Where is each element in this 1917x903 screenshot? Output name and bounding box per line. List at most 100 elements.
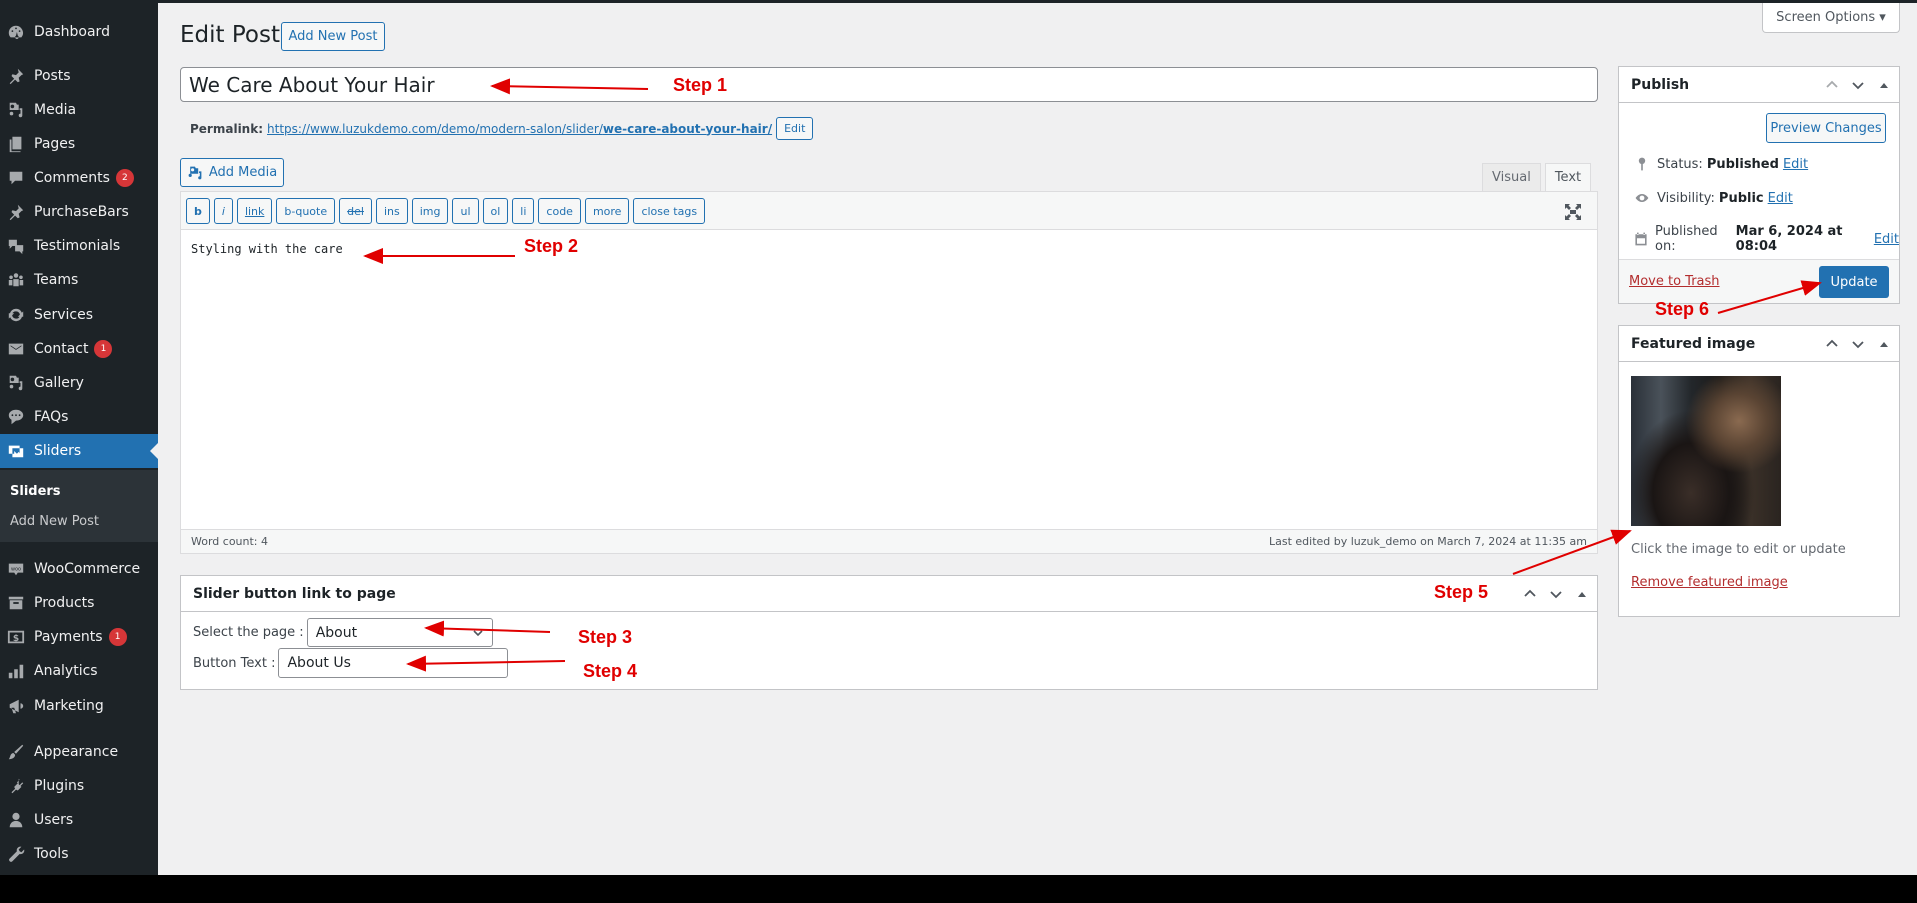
sidebar-item-tools[interactable]: Tools <box>0 837 158 871</box>
add-media-button[interactable]: Add Media <box>180 158 284 187</box>
visibility-value: Public <box>1718 190 1764 206</box>
update-button[interactable]: Update <box>1819 266 1889 298</box>
chart-icon <box>6 661 26 681</box>
move-down-icon[interactable] <box>1547 585 1565 603</box>
toggle-panel-icon[interactable] <box>1875 335 1893 353</box>
sidebar-item-label: Appearance <box>34 744 119 760</box>
sidebar-item-products[interactable]: Products <box>0 586 158 620</box>
sidebar-item-appearance[interactable]: Appearance <box>0 735 158 769</box>
move-to-trash-link[interactable]: Move to Trash <box>1629 274 1720 289</box>
quicktags-toolbar: b i link b-quote del ins img ul ol li code more clos… <box>181 192 1597 230</box>
move-up-icon[interactable] <box>1521 585 1539 603</box>
sidebar-item-posts[interactable]: Posts <box>0 59 158 93</box>
permalink-base: https://www.luzukdemo.com/demo/modern-sa… <box>267 121 603 136</box>
eye-icon <box>1633 190 1651 206</box>
post-title-input[interactable]: We Care About Your Hair <box>180 67 1598 102</box>
permalink-link[interactable]: https://www.luzukdemo.com/demo/modern-sa… <box>267 122 772 136</box>
move-down-icon[interactable] <box>1849 76 1867 94</box>
calendar-icon <box>1633 231 1649 247</box>
preview-changes-button[interactable]: Preview Changes <box>1766 113 1886 143</box>
select-page-dropdown[interactable]: About <box>306 618 493 647</box>
chat-icon <box>6 407 26 427</box>
users-icon <box>6 810 26 830</box>
status-edit-link[interactable]: Edit <box>1783 157 1808 172</box>
sidebar-item-label: WooCommerce <box>34 561 141 577</box>
quicktag-del-button[interactable]: del <box>339 198 372 224</box>
publish-title: Publish <box>1631 76 1690 93</box>
toggle-panel-icon[interactable] <box>1573 585 1591 603</box>
quicktag-ol-button[interactable]: ol <box>482 198 509 224</box>
add-new-post-button[interactable]: Add New Post <box>281 22 385 51</box>
quicktag-link-button[interactable]: link <box>236 198 273 224</box>
tab-text[interactable]: Text <box>1544 163 1592 192</box>
move-up-icon[interactable] <box>1823 335 1841 353</box>
sidebar-item-testimonials[interactable]: Testimonials <box>0 229 158 263</box>
sidebar-item-gallery[interactable]: Gallery <box>0 366 158 400</box>
button-text-input[interactable]: About Us <box>278 648 509 678</box>
quicktag-ins-button[interactable]: ins <box>375 198 408 224</box>
sidebar-item-purchasebars[interactable]: PurchaseBars <box>0 195 158 229</box>
testimonials-icon <box>6 236 26 256</box>
published-on-row: Published on: Mar 6, 2024 at 08:04 Edit <box>1633 224 1899 254</box>
published-edit-link[interactable]: Edit <box>1874 232 1899 247</box>
toggle-panel-icon[interactable] <box>1875 76 1893 94</box>
quicktag-more-button[interactable]: more <box>584 198 630 224</box>
megaphone-icon <box>6 696 26 716</box>
visibility-label: Visibility: <box>1657 190 1715 206</box>
comment-icon <box>6 168 26 188</box>
sidebar-item-sliders[interactable]: Sliders <box>0 434 158 468</box>
tab-visual[interactable]: Visual <box>1482 163 1541 192</box>
sidebar-item-label: Payments <box>34 629 103 645</box>
quicktag-code-button[interactable]: code <box>538 198 581 224</box>
sidebar-item-dashboard[interactable]: Dashboard <box>0 15 158 49</box>
sidebar-item-contact[interactable]: Contact 1 <box>0 332 158 366</box>
pin-icon <box>1633 156 1651 172</box>
annotation-step4: Step 4 <box>583 661 638 681</box>
submenu-add-new-post[interactable]: Add New Post <box>10 514 99 529</box>
sidebar-item-label: Marketing <box>34 698 104 714</box>
sidebar-item-label: PurchaseBars <box>34 204 129 220</box>
featured-image-metabox: Featured image Click the image to edit o… <box>1618 325 1900 617</box>
permalink-row: Permalink: https://www.luzukdemo.com/dem… <box>190 117 814 140</box>
remove-featured-image-link[interactable]: Remove featured image <box>1631 575 1788 590</box>
quicktag-ul-button[interactable]: ul <box>452 198 479 224</box>
sidebar-item-label: Media <box>34 102 77 118</box>
sidebar-item-payments[interactable]: $ Payments 1 <box>0 620 158 654</box>
featured-image-thumbnail[interactable] <box>1631 376 1781 526</box>
featured-image-title: Featured image <box>1631 335 1756 352</box>
quicktag-b-quote-button[interactable]: b-quote <box>276 198 336 224</box>
sidebar-item-users[interactable]: Users <box>0 803 158 837</box>
quicktag-img-button[interactable]: img <box>411 198 449 224</box>
quicktag-li-button[interactable]: li <box>512 198 535 224</box>
permalink-edit-button[interactable]: Edit <box>776 117 814 140</box>
fullscreen-icon[interactable] <box>1563 202 1583 222</box>
word-count: Word count: 4 <box>191 535 269 548</box>
status-value: Published <box>1706 156 1779 172</box>
sidebar-item-media[interactable]: Media <box>0 93 158 127</box>
media-icon <box>188 166 202 179</box>
sidebar-item-faqs[interactable]: FAQs <box>0 400 158 434</box>
sidebar-item-woocommerce[interactable]: woo WooCommerce <box>0 552 158 586</box>
quicktag-b-button[interactable]: b <box>186 198 210 224</box>
sidebar-item-pages[interactable]: Pages <box>0 127 158 161</box>
dashboard-icon <box>6 22 26 42</box>
chevron-down-icon <box>473 629 483 636</box>
media-icon <box>6 100 26 120</box>
sidebar-item-teams[interactable]: Teams <box>0 263 158 297</box>
post-content-textarea[interactable]: Styling with the care <box>191 242 343 256</box>
move-up-icon[interactable] <box>1823 76 1841 94</box>
button-text-label: Button Text : <box>193 655 276 671</box>
visibility-edit-link[interactable]: Edit <box>1768 191 1793 206</box>
publish-metabox: Publish Preview Changes Status: Publishe… <box>1618 66 1900 304</box>
screen-options-button[interactable]: Screen Options ▾ <box>1762 3 1900 33</box>
quicktag-close-tags-button[interactable]: close tags <box>633 198 706 224</box>
groups-icon <box>6 270 26 290</box>
submenu-sliders[interactable]: Sliders <box>10 484 61 499</box>
sidebar-item-services[interactable]: Services <box>0 298 158 332</box>
sidebar-item-marketing[interactable]: Marketing <box>0 689 158 723</box>
quicktag-i-button[interactable]: i <box>213 198 233 224</box>
sidebar-item-analytics[interactable]: Analytics <box>0 654 158 688</box>
move-down-icon[interactable] <box>1849 335 1867 353</box>
sidebar-item-comments[interactable]: Comments 2 <box>0 161 158 195</box>
sidebar-item-plugins[interactable]: Plugins <box>0 769 158 803</box>
